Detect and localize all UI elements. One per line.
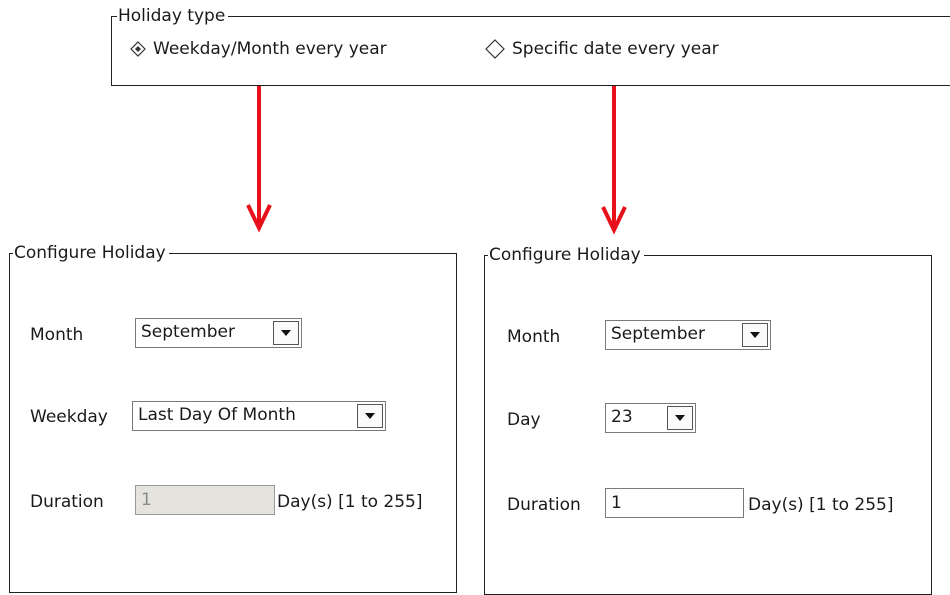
right-duration-input[interactable]: 1 [605,488,744,518]
left-month-value: September [141,322,235,342]
radio-unselected-icon [485,39,505,59]
chevron-down-icon[interactable] [357,404,383,428]
chevron-down-icon[interactable] [667,406,693,430]
right-day-label: Day [507,410,541,430]
left-month-select[interactable]: September [135,318,302,348]
radio-weekday-month[interactable]: Weekday/Month every year [130,39,387,59]
left-weekday-select[interactable]: Last Day Of Month [132,401,386,431]
right-arrow-icon [601,86,627,235]
left-weekday-value: Last Day Of Month [138,405,296,425]
right-day-value: 23 [611,407,633,427]
left-duration-input: 1 [135,485,275,515]
radio-weekday-month-label: Weekday/Month every year [153,39,387,59]
right-month-value: September [611,324,705,344]
right-day-select[interactable]: 23 [605,403,696,433]
left-arrow-icon [246,86,272,233]
right-panel-legend: Configure Holiday [488,244,644,266]
left-configure-holiday-panel: Configure Holiday Month September Weekda… [9,242,457,593]
left-month-label: Month [30,325,84,345]
chevron-down-icon[interactable] [273,321,299,345]
left-duration-label: Duration [30,492,104,512]
radio-specific-date[interactable]: Specific date every year [485,39,719,59]
holiday-type-legend: Holiday type [117,5,229,27]
left-duration-suffix: Day(s) [1 to 255] [277,492,423,512]
right-duration-label: Duration [507,495,581,515]
right-configure-holiday-panel: Configure Holiday Month September Day 23… [484,244,932,595]
holiday-type-group: Holiday type Weekday/Month every year Sp… [111,5,950,86]
right-month-select[interactable]: September [605,320,771,350]
radio-selected-icon [130,41,146,57]
right-duration-suffix: Day(s) [1 to 255] [748,495,894,515]
chevron-down-icon[interactable] [742,323,768,347]
left-weekday-label: Weekday [30,407,108,427]
left-panel-legend: Configure Holiday [13,242,169,264]
right-month-label: Month [507,327,561,347]
radio-specific-date-label: Specific date every year [512,39,719,59]
